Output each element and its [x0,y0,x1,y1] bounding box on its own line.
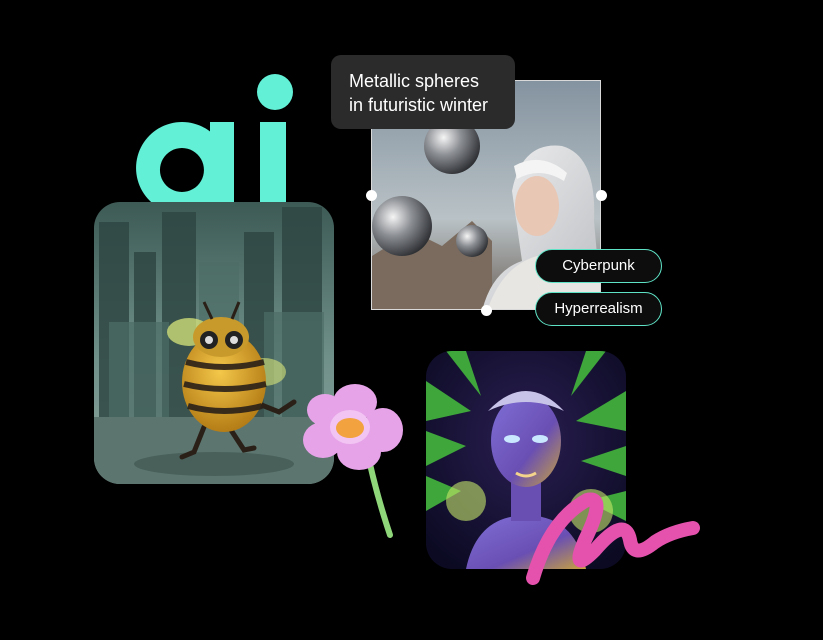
prompt-line-1: Metallic spheres [349,71,480,91]
tag-cyberpunk[interactable]: Cyberpunk [535,249,662,283]
tag-hyperrealism[interactable]: Hyperrealism [535,292,662,326]
flower-3d-icon [303,384,403,538]
resize-handle-right[interactable] [596,190,607,201]
prompt-line-2: in futuristic winter [349,95,489,115]
resize-handle-left[interactable] [366,190,377,201]
brush-squiggle [526,492,700,585]
resize-handle-bottom[interactable] [481,305,492,316]
prompt-tooltip: Metallic spheres in futuristic winter [331,55,515,129]
